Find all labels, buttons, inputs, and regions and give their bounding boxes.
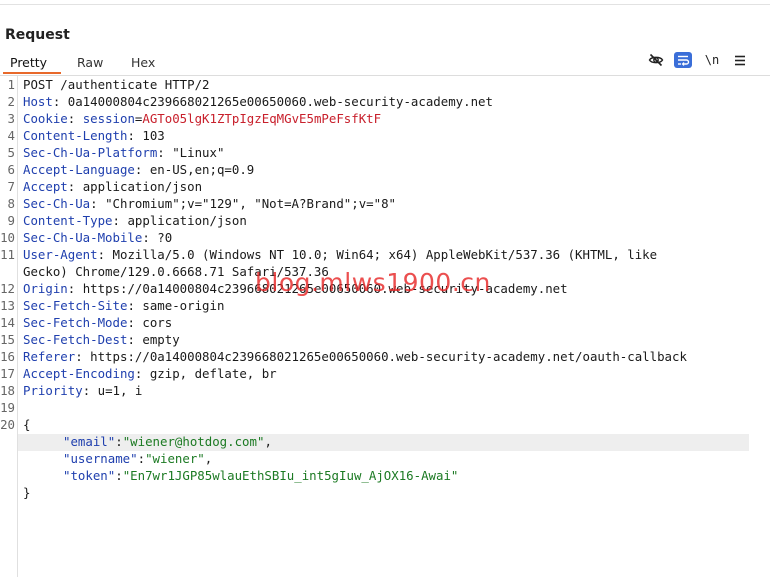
header-name: Sec-Fetch-Mode (23, 315, 128, 330)
tab-raw[interactable]: Raw (77, 55, 103, 70)
header-value: "Linux" (172, 145, 225, 160)
line-number: 12 (0, 281, 15, 296)
line-number: 3 (7, 111, 15, 126)
header-value: empty (142, 332, 180, 347)
json-username-line: "username":"wiener", (63, 451, 213, 466)
header-line: Sec-Ch-Ua: "Chromium";v="129", "Not=A?Br… (23, 196, 396, 211)
header-line: Host: 0a14000804c239668021265e00650060.w… (23, 94, 493, 109)
line-number: 15 (0, 332, 15, 347)
json-token-line: "token":"En7wr1JGP85wlauEthSBIu_int5gIuw… (63, 468, 459, 483)
header-line: Referer: https://0a14000804c239668021265… (23, 349, 687, 364)
header-value: https://0a14000804c239668021265e00650060… (90, 349, 687, 364)
wrap-lines-icon[interactable] (674, 52, 692, 68)
line-number: 11 (0, 247, 15, 262)
top-border (0, 4, 770, 5)
header-name: Sec-Ch-Ua-Platform (23, 145, 158, 160)
header-value: gzip, deflate, br (149, 366, 277, 381)
tab-hex[interactable]: Hex (131, 55, 155, 70)
line-number: 1 (7, 77, 15, 92)
json-close-brace: } (23, 485, 31, 500)
header-line: Priority: u=1, i (23, 383, 143, 398)
cookie-name: session (82, 111, 135, 126)
header-name: Priority (23, 383, 83, 398)
header-value: ?0 (157, 230, 173, 245)
menu-icon[interactable] (730, 50, 750, 70)
json-value: "wiener@hotdog.com" (122, 434, 265, 449)
line-number: 5 (7, 145, 15, 160)
header-name: Accept-Encoding (23, 366, 135, 381)
watermark: blog.mlws1900.cn (255, 268, 491, 297)
header-line: Cookie: session=AGTo05lgK1ZTpIgzEqMGvE5m… (23, 111, 382, 126)
line-number: 14 (0, 315, 15, 330)
header-line: Sec-Fetch-Mode: cors (23, 315, 173, 330)
header-line: Sec-Fetch-Dest: empty (23, 332, 180, 347)
eye-slash-icon[interactable] (646, 50, 666, 70)
header-value: u=1, i (97, 383, 143, 398)
header-name: Content-Type (23, 213, 113, 228)
header-value: 0a14000804c239668021265e00650060.web-sec… (67, 94, 493, 109)
header-name: Accept-Language (23, 162, 135, 177)
gutter-border (17, 76, 18, 577)
line-number: 20 (0, 417, 15, 432)
header-name: Origin (23, 281, 68, 296)
header-name: Sec-Ch-Ua (23, 196, 91, 211)
header-name: Referer (23, 349, 76, 364)
header-name: Cookie (23, 111, 68, 126)
json-value: "wiener" (145, 451, 205, 466)
json-key: "email" (63, 434, 116, 449)
line-number: 4 (7, 128, 15, 143)
header-line: Accept: application/json (23, 179, 203, 194)
header-line: Content-Type: application/json (23, 213, 247, 228)
header-name: Accept (23, 179, 68, 194)
newline-icon[interactable]: \n (702, 50, 722, 70)
header-value: "Chromium";v="129", "Not=A?Brand";v="8" (105, 196, 396, 211)
active-tab-indicator (3, 72, 61, 74)
line-number: 7 (7, 179, 15, 194)
header-name: Host (23, 94, 53, 109)
header-value: cors (142, 315, 173, 330)
line-number: 16 (0, 349, 15, 364)
panel-title: Request (5, 27, 70, 43)
tab-pretty[interactable]: Pretty (10, 55, 47, 70)
line-number: 2 (7, 94, 15, 109)
header-name: Sec-Ch-Ua-Mobile (23, 230, 143, 245)
header-value: en-US,en;q=0.9 (149, 162, 255, 177)
json-key: "username" (63, 451, 138, 466)
line-number: 8 (7, 196, 15, 211)
header-name: Sec-Fetch-Site (23, 298, 128, 313)
line-number: 18 (0, 383, 15, 398)
line-number: 10 (0, 230, 15, 245)
line-number: 13 (0, 298, 15, 313)
header-line: Sec-Fetch-Site: same-origin (23, 298, 225, 313)
tab-divider (0, 75, 770, 76)
header-name: Content-Length (23, 128, 128, 143)
line-number: 19 (0, 400, 15, 415)
json-value: "En7wr1JGP85wlauEthSBIu_int5gIuw_AjOX16-… (122, 468, 459, 483)
line-number: 6 (7, 162, 15, 177)
header-name: Sec-Fetch-Dest (23, 332, 128, 347)
header-name: User-Agent (23, 247, 98, 262)
header-line: Sec-Ch-Ua-Platform: "Linux" (23, 145, 225, 160)
cookie-value: AGTo05lgK1ZTpIgzEqMGvE5mPeFsfKtF (142, 111, 382, 126)
json-open-brace: { (23, 417, 31, 432)
header-line: Accept-Encoding: gzip, deflate, br (23, 366, 277, 381)
header-line: User-Agent: Mozilla/5.0 (Windows NT 10.0… (23, 247, 658, 262)
request-line: POST /authenticate HTTP/2 (23, 77, 210, 92)
header-value: application/json (127, 213, 247, 228)
header-line: Sec-Ch-Ua-Mobile: ?0 (23, 230, 173, 245)
header-line: Content-Length: 103 (23, 128, 165, 143)
line-number: 9 (7, 213, 15, 228)
header-value: same-origin (142, 298, 225, 313)
json-email-line: "email":"wiener@hotdog.com", (63, 434, 272, 449)
header-value: application/json (82, 179, 203, 194)
json-key: "token" (63, 468, 116, 483)
line-number: 17 (0, 366, 15, 381)
header-value: 103 (142, 128, 165, 143)
header-line: Accept-Language: en-US,en;q=0.9 (23, 162, 255, 177)
header-value: Mozilla/5.0 (Windows NT 10.0; Win64; x64… (112, 247, 658, 262)
